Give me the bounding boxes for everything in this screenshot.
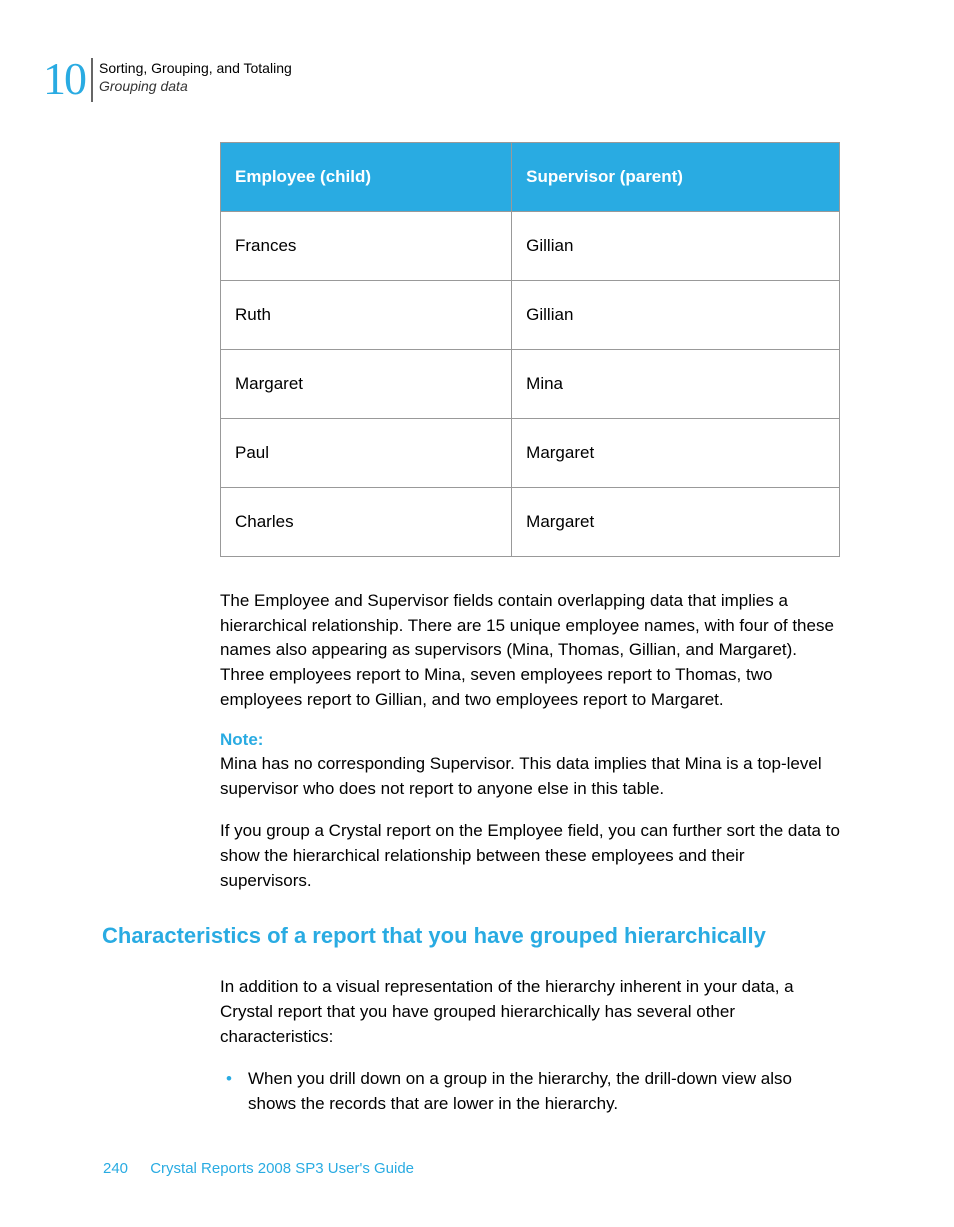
table-cell-supervisor: Gillian: [512, 212, 840, 281]
main-content: Employee (child) Supervisor (parent) Fra…: [220, 142, 840, 1127]
table-cell-employee: Charles: [221, 488, 512, 557]
table-header-employee: Employee (child): [221, 143, 512, 212]
chapter-number: 10: [43, 56, 85, 102]
body-paragraph: If you group a Crystal report on the Emp…: [220, 819, 840, 893]
section-title: Grouping data: [99, 77, 292, 95]
page-header: 10 Sorting, Grouping, and Totaling Group…: [43, 56, 292, 102]
note-label: Note:: [220, 730, 840, 750]
table-header-row: Employee (child) Supervisor (parent): [221, 143, 840, 212]
page-footer: 240 Crystal Reports 2008 SP3 User's Guid…: [103, 1160, 414, 1177]
bullet-list: When you drill down on a group in the hi…: [220, 1067, 840, 1116]
table-header-supervisor: Supervisor (parent): [512, 143, 840, 212]
table-cell-supervisor: Margaret: [512, 488, 840, 557]
employee-supervisor-table: Employee (child) Supervisor (parent) Fra…: [220, 142, 840, 557]
header-divider: [91, 58, 93, 102]
chapter-title: Sorting, Grouping, and Totaling: [99, 59, 292, 77]
table-cell-employee: Frances: [221, 212, 512, 281]
table-cell-supervisor: Margaret: [512, 419, 840, 488]
note-text: Mina has no corresponding Supervisor. Th…: [220, 752, 840, 801]
page-number: 240: [103, 1160, 128, 1177]
table-row: Charles Margaret: [221, 488, 840, 557]
section-heading: Characteristics of a report that you hav…: [102, 923, 840, 949]
table-row: Margaret Mina: [221, 350, 840, 419]
body-paragraph: In addition to a visual representation o…: [220, 975, 840, 1049]
table-cell-employee: Margaret: [221, 350, 512, 419]
body-paragraph: The Employee and Supervisor fields conta…: [220, 589, 840, 712]
table-cell-employee: Ruth: [221, 281, 512, 350]
table-cell-employee: Paul: [221, 419, 512, 488]
table-cell-supervisor: Mina: [512, 350, 840, 419]
table-row: Paul Margaret: [221, 419, 840, 488]
list-item: When you drill down on a group in the hi…: [220, 1067, 840, 1116]
table-row: Frances Gillian: [221, 212, 840, 281]
table-row: Ruth Gillian: [221, 281, 840, 350]
footer-title: Crystal Reports 2008 SP3 User's Guide: [150, 1160, 414, 1177]
header-text-block: Sorting, Grouping, and Totaling Grouping…: [99, 56, 292, 95]
table-cell-supervisor: Gillian: [512, 281, 840, 350]
